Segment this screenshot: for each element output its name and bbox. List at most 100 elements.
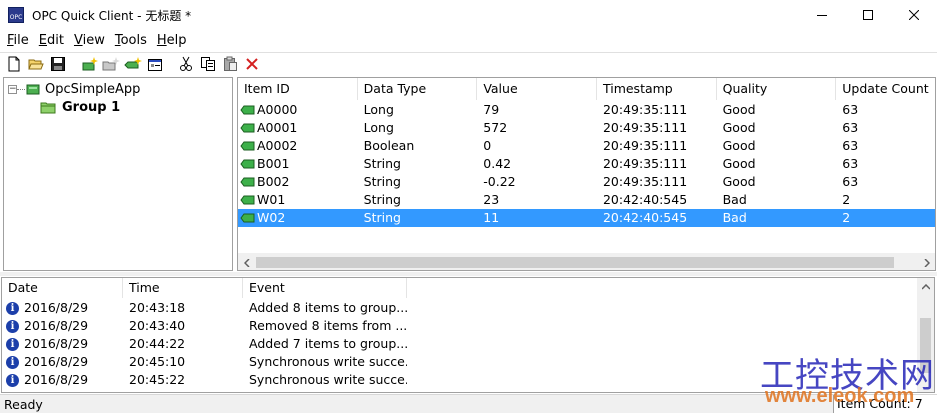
- menu-edit[interactable]: Edit: [34, 31, 69, 50]
- menu-label: ile: [13, 33, 29, 48]
- menu-label: ools: [120, 33, 147, 48]
- table-row[interactable]: A0001 Long 572 20:49:35:111 Good 63: [238, 119, 935, 137]
- menu-view[interactable]: View: [69, 31, 110, 50]
- group-folder-icon: [40, 102, 56, 114]
- menu-help[interactable]: Help: [152, 31, 192, 50]
- menu-label: dit: [47, 33, 64, 48]
- properties-button[interactable]: [144, 54, 166, 74]
- column-header-quality[interactable]: Quality: [716, 78, 837, 100]
- scroll-up-button[interactable]: [917, 278, 934, 295]
- column-header-data-type[interactable]: Data Type: [357, 78, 478, 100]
- table-row[interactable]: A0000 Long 79 20:49:35:111 Good 63: [238, 101, 935, 119]
- horizontal-scrollbar[interactable]: [238, 253, 935, 270]
- cell-update-count: 63: [842, 120, 859, 135]
- minimize-icon: [817, 15, 827, 16]
- item-id-label: A0000: [257, 102, 298, 117]
- pane-splitter[interactable]: [0, 272, 937, 276]
- list-item[interactable]: i 2016/8/29 20:43:18 Added 8 items to group…: [2, 299, 407, 317]
- cell-quality: Bad: [722, 210, 747, 225]
- menu-file[interactable]: File: [2, 31, 34, 50]
- close-button[interactable]: [891, 0, 937, 30]
- info-icon: i: [6, 337, 19, 351]
- minimize-button[interactable]: [799, 0, 845, 30]
- maximize-button[interactable]: [845, 0, 891, 30]
- tree-collapse-toggle[interactable]: −: [8, 84, 17, 94]
- column-header-update-count[interactable]: Update Count: [836, 78, 935, 100]
- tag-icon: [240, 123, 255, 133]
- list-item[interactable]: i 2016/8/29 20:43:40 Removed 8 items from .…: [2, 317, 407, 335]
- toolbar-separator: [73, 55, 74, 73]
- table-row[interactable]: A0002 Boolean 0 20:49:35:111 Good 63: [238, 137, 935, 155]
- cell-item-id: B001: [238, 155, 358, 173]
- list-item[interactable]: i 2016/8/29 20:44:22 Added 7 items to group…: [2, 335, 407, 353]
- column-header-time[interactable]: Time: [123, 278, 243, 298]
- new-button[interactable]: [3, 54, 25, 74]
- cell-update-count: 2: [842, 210, 851, 225]
- cell-value: 0: [483, 138, 492, 153]
- column-header-value[interactable]: Value: [477, 78, 597, 100]
- cell-data-type: String: [363, 210, 401, 225]
- table-row[interactable]: B002 String -0.22 20:49:35:111 Good 63: [238, 173, 935, 191]
- column-header-timestamp[interactable]: Timestamp: [596, 78, 717, 100]
- new-item-button[interactable]: [122, 54, 144, 74]
- cell-quality: Good: [722, 102, 756, 117]
- copy-icon: [201, 57, 215, 71]
- new-item-icon: [124, 57, 142, 69]
- table-row[interactable]: B001 String 0.42 20:49:35:111 Good 63: [238, 155, 935, 173]
- date-label: 2016/8/29: [24, 318, 89, 333]
- tag-icon: [240, 195, 255, 205]
- table-row[interactable]: W02 String 11 20:42:40:545 Bad 2: [238, 209, 935, 227]
- scroll-left-button[interactable]: [238, 254, 255, 270]
- new-group-icon: [102, 57, 120, 71]
- group-tree[interactable]: − OpcSimpleApp Group 1: [3, 77, 233, 271]
- date-label: 2016/8/29: [24, 300, 89, 315]
- list-item[interactable]: i 2016/8/29 20:45:22 Synchronous write succ…: [2, 371, 407, 389]
- properties-icon: [148, 59, 162, 71]
- server-icon: [26, 84, 40, 95]
- open-button[interactable]: [25, 54, 47, 74]
- tree-item-group[interactable]: Group 1: [40, 98, 120, 116]
- watermark-url: www.eleok.com: [765, 385, 915, 407]
- tree-label-server: OpcSimpleApp: [45, 81, 141, 97]
- tree-item-server[interactable]: − OpcSimpleApp: [8, 80, 140, 98]
- column-header-date[interactable]: Date: [2, 278, 123, 298]
- cell-event: Synchronous write succe...: [249, 372, 407, 387]
- cell-event: Added 7 items to group...: [249, 336, 407, 351]
- cell-timestamp: 20:49:35:111: [602, 102, 688, 117]
- toolbar: [0, 52, 937, 75]
- table-row[interactable]: W01 String 23 20:42:40:545 Bad 2: [238, 191, 935, 209]
- save-button[interactable]: [47, 54, 69, 74]
- window-title: OPC Quick Client - 无标题 *: [32, 8, 192, 23]
- date-label: 2016/8/29: [24, 354, 89, 369]
- copy-button[interactable]: [197, 54, 219, 74]
- scroll-right-button[interactable]: [918, 254, 935, 270]
- chevron-up-icon: [921, 283, 930, 290]
- tag-icon: [240, 159, 255, 169]
- cut-button[interactable]: [175, 54, 197, 74]
- paste-button[interactable]: [219, 54, 241, 74]
- new-server-button[interactable]: [78, 54, 100, 74]
- delete-button[interactable]: [241, 54, 263, 74]
- event-log-header: Date Time Event: [2, 278, 934, 298]
- close-icon: [909, 10, 919, 20]
- menu-accel: E: [38, 33, 47, 48]
- cell-quality: Bad: [722, 192, 747, 207]
- delete-icon: [246, 58, 258, 70]
- horizontal-scroll-thumb[interactable]: [256, 257, 894, 268]
- cell-timestamp: 20:49:35:111: [602, 174, 688, 189]
- cell-item-id: A0001: [238, 119, 358, 137]
- cell-item-id: A0002: [238, 137, 358, 155]
- date-label: 2016/8/29: [24, 336, 89, 351]
- new-group-button[interactable]: [100, 54, 122, 74]
- item-id-label: W02: [257, 210, 286, 225]
- column-header-event[interactable]: Event: [243, 278, 407, 298]
- menu-tools[interactable]: Tools: [110, 31, 152, 50]
- list-item[interactable]: i 2016/8/29 20:45:10 Synchronous write succ…: [2, 353, 407, 371]
- info-icon: i: [6, 319, 19, 333]
- cell-event: Synchronous write succe...: [249, 354, 407, 369]
- cell-update-count: 2: [842, 192, 851, 207]
- column-header-item-id[interactable]: Item ID: [238, 78, 358, 100]
- date-label: 2016/8/29: [24, 372, 89, 387]
- cell-timestamp: 20:42:40:545: [602, 210, 688, 225]
- item-list[interactable]: Item ID Data Type Value Timestamp Qualit…: [237, 77, 936, 271]
